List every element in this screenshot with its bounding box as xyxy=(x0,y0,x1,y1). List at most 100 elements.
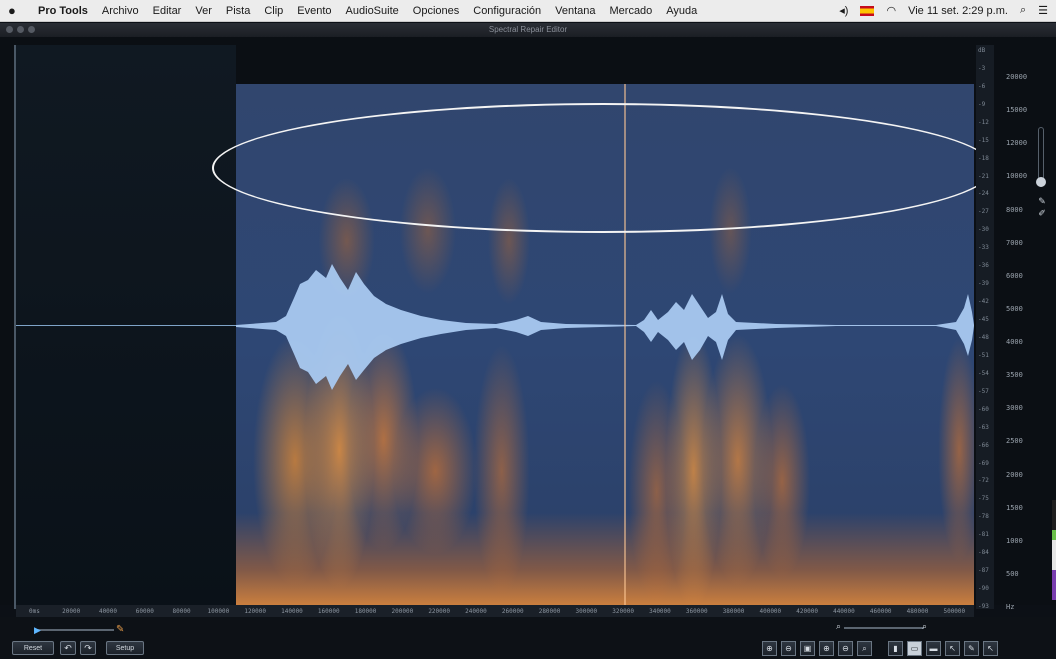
time-tick-label: 0ms xyxy=(28,607,40,615)
arrow-icon[interactable]: ↖ xyxy=(983,641,998,656)
spectral-editor-area[interactable]: 20000 15000 12000 10000 8000 7000 6000 5000 4000… xyxy=(0,37,1056,611)
slider-track xyxy=(34,629,114,631)
time-ruler[interactable]: 0ms 20000 40000 60000 80000 100000 120000 14000… xyxy=(16,605,974,617)
zoom-in-freq-icon[interactable]: ⊕ xyxy=(819,641,834,656)
menu-configuracion[interactable]: Configuración xyxy=(473,5,541,17)
menu-evento[interactable]: Evento xyxy=(297,5,331,17)
hz-tick-label: 6000 xyxy=(1006,271,1023,280)
time-tick-label: 120000 xyxy=(244,607,267,615)
vertical-tool-icons[interactable]: ✎ ✐ xyxy=(1036,195,1048,219)
time-tick-label: 40000 xyxy=(98,607,118,615)
menu-mercado[interactable]: Mercado xyxy=(610,5,653,17)
spotlight-search-icon[interactable]: ⌕ xyxy=(1020,4,1026,17)
menu-ver[interactable]: Ver xyxy=(195,5,212,17)
rect-select-icon[interactable]: ▭ xyxy=(907,641,922,656)
db-tick-label: -93 xyxy=(978,603,989,610)
silent-waveform-line xyxy=(16,325,238,326)
menu-editar[interactable]: Editar xyxy=(153,5,182,17)
notification-center-icon[interactable]: ☰ xyxy=(1038,4,1048,17)
time-select-icon[interactable]: ▮ xyxy=(888,641,903,656)
window-title-bar: Spectral Repair Editor xyxy=(0,23,1056,37)
volume-icon[interactable]: ◂) xyxy=(839,4,848,17)
zoom-in-icon[interactable]: ⌕ xyxy=(922,621,927,632)
freq-select-icon[interactable]: ▬ xyxy=(926,641,941,656)
hz-tick-label: 2500 xyxy=(1006,437,1023,446)
horizontal-zoom-slider[interactable]: ⌕ ⌕ xyxy=(836,621,930,633)
db-tick-label: -48 xyxy=(978,333,989,341)
hz-tick-label: Hz xyxy=(1006,603,1015,611)
time-tick-label: 200000 xyxy=(391,607,414,615)
time-tick-label: 220000 xyxy=(428,607,450,615)
db-tick-label: -42 xyxy=(978,298,989,306)
hz-tick-label: 3500 xyxy=(1006,371,1023,380)
reset-button[interactable]: Reset xyxy=(12,641,54,655)
minimize-window-icon[interactable] xyxy=(17,26,24,33)
menu-clip[interactable]: Clip xyxy=(264,5,283,17)
wifi-icon[interactable]: ◠ xyxy=(886,4,896,17)
time-tick-label: 360000 xyxy=(685,607,708,615)
zoom-out-time-icon[interactable]: ⊖ xyxy=(781,641,796,656)
db-tick-label: -18 xyxy=(978,154,989,162)
status-area: ◂) ◠ Vie 11 set. 2:29 p.m. ⌕ ☰ xyxy=(839,4,1048,17)
time-tick-label: 160000 xyxy=(317,607,340,615)
db-tick-label: -51 xyxy=(978,351,989,359)
db-tick-label: -66 xyxy=(978,441,989,449)
menu-app-name[interactable]: Pro Tools xyxy=(38,5,88,17)
hz-tick-label: 20000 xyxy=(1006,73,1028,81)
clock[interactable]: Vie 11 set. 2:29 p.m. xyxy=(908,5,1008,17)
lasso-icon[interactable]: ↖ xyxy=(945,641,960,656)
setup-button[interactable]: Setup xyxy=(106,641,144,655)
menu-archivo[interactable]: Archivo xyxy=(102,5,139,17)
menu-ventana[interactable]: Ventana xyxy=(555,5,595,17)
menu-audiosuite[interactable]: AudioSuite xyxy=(346,5,399,17)
db-tick-label: -21 xyxy=(978,172,989,180)
time-tick-label: 240000 xyxy=(465,607,487,615)
pencil-icon[interactable]: ✎ xyxy=(116,624,124,635)
magnify-icon[interactable]: ⌕ xyxy=(857,641,872,656)
empty-timeline-region[interactable] xyxy=(14,45,236,609)
db-tick-label: -6 xyxy=(978,82,986,90)
db-tick-label: -63 xyxy=(978,423,989,431)
db-tick-label: -12 xyxy=(978,118,989,126)
db-tick-label: -24 xyxy=(978,190,989,198)
redo-button[interactable]: ↷ xyxy=(80,641,96,655)
hz-tick-label: 8000 xyxy=(1006,205,1023,214)
db-tick-label: -84 xyxy=(978,549,989,557)
zoom-slider-track xyxy=(844,627,924,629)
time-tick-label: 460000 xyxy=(869,607,892,615)
zoom-out-freq-icon[interactable]: ⊖ xyxy=(838,641,853,656)
vertical-zoom-knob[interactable] xyxy=(1036,177,1046,187)
menu-opciones[interactable]: Opciones xyxy=(413,5,459,17)
pencil-icon[interactable]: ✎ xyxy=(1036,195,1048,207)
time-tick-label: 140000 xyxy=(281,607,303,615)
menu-ayuda[interactable]: Ayuda xyxy=(666,5,697,17)
window-title: Spectral Repair Editor xyxy=(488,25,568,34)
playback-position-slider[interactable]: ▶ ✎ xyxy=(34,624,124,635)
input-source-flag-icon[interactable] xyxy=(860,5,875,16)
time-tick-label: 80000 xyxy=(172,607,191,615)
selection-ellipse-annotation xyxy=(212,103,994,233)
apple-icon[interactable]: ● xyxy=(8,3,22,18)
zoom-out-icon[interactable]: ⌕ xyxy=(836,621,841,632)
time-tick-label: 60000 xyxy=(135,607,154,615)
zoom-in-time-icon[interactable]: ⊕ xyxy=(762,641,777,656)
undo-button[interactable]: ↶ xyxy=(60,641,76,655)
menu-bar: ● Pro Tools Archivo Editar Ver Pista Cli… xyxy=(0,0,1056,22)
hz-tick-label: 15000 xyxy=(1006,106,1028,115)
db-tick-label: -72 xyxy=(978,477,989,485)
frequency-scale[interactable]: 20000 15000 12000 10000 8000 7000 6000 5000 4000… xyxy=(976,45,1056,611)
time-tick-label: 20000 xyxy=(62,607,81,615)
menu-pista[interactable]: Pista xyxy=(226,5,250,17)
zoom-window-icon[interactable] xyxy=(28,26,35,33)
time-tick-label: 480000 xyxy=(906,607,929,615)
zoom-fit-icon[interactable]: ▣ xyxy=(800,641,815,656)
play-arrow-icon[interactable]: ▶ xyxy=(34,625,44,635)
eraser-icon[interactable]: ✐ xyxy=(1036,207,1048,219)
brush-icon[interactable]: ✎ xyxy=(964,641,979,656)
time-tick-label: 320000 xyxy=(612,607,634,615)
hz-tick-label: 10000 xyxy=(1006,172,1028,181)
db-scale-bar xyxy=(976,45,994,609)
time-tick-label: 100000 xyxy=(207,607,230,615)
waveform-shape xyxy=(236,264,974,390)
close-window-icon[interactable] xyxy=(6,26,13,33)
